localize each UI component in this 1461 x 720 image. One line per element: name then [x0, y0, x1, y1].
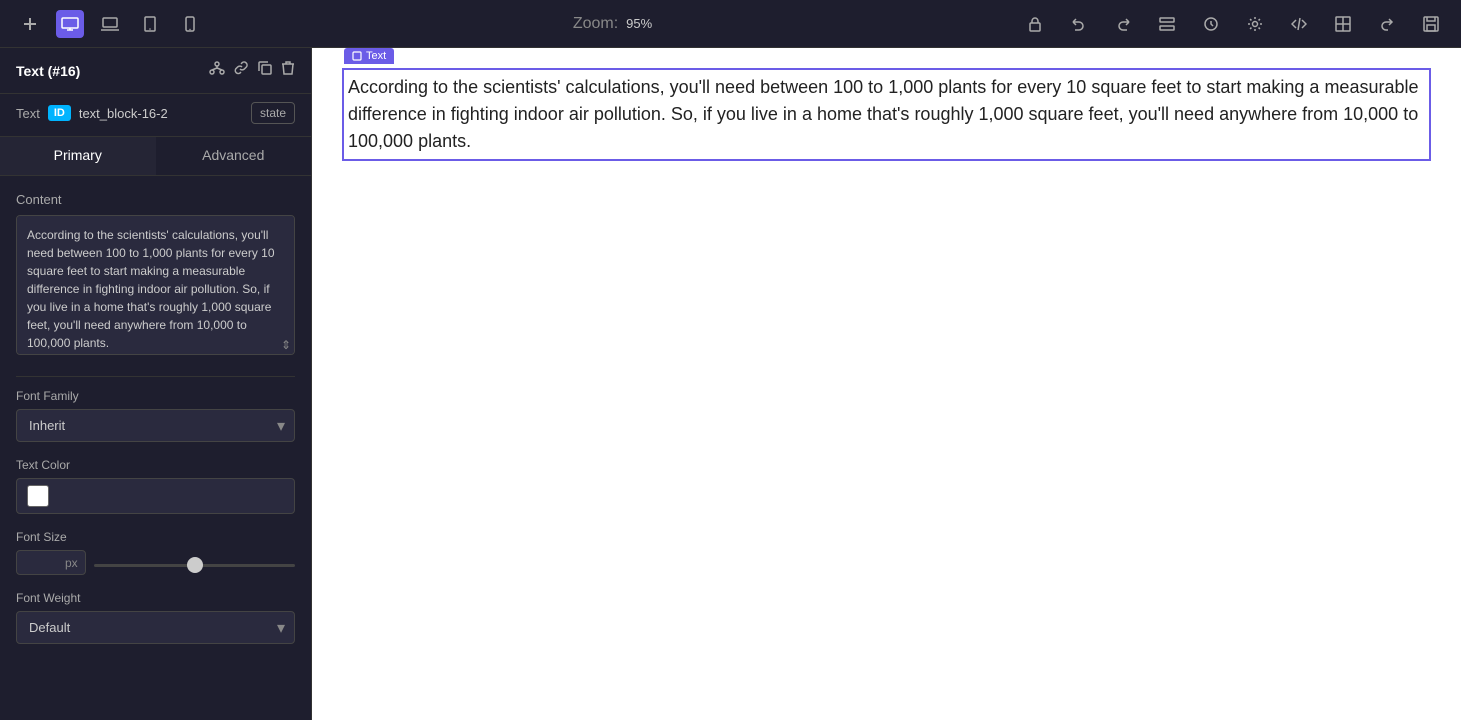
redo-icon[interactable]	[1109, 10, 1137, 38]
state-button[interactable]: state	[251, 102, 295, 124]
font-weight-label: Font Weight	[16, 591, 295, 605]
content-section: Content ⇕	[16, 192, 295, 360]
font-family-field: Font Family Inherit Arial Georgia Times …	[16, 389, 295, 442]
toolbar-left	[16, 10, 204, 38]
export-icon[interactable]	[1373, 10, 1401, 38]
font-family-select-wrapper: Inherit Arial Georgia Times New Roman Ve…	[16, 409, 295, 442]
canvas-area: Text According to the scientists' calcul…	[312, 48, 1461, 720]
font-size-label: Font Size	[16, 530, 295, 544]
divider-1	[16, 376, 295, 377]
font-size-row: px	[16, 550, 295, 575]
font-size-unit: px	[65, 556, 78, 570]
textarea-wrapper: ⇕	[16, 215, 295, 360]
zoom-value: 95%	[626, 16, 652, 31]
id-badge: ID	[48, 105, 71, 121]
tabs: Primary Advanced	[0, 137, 311, 176]
lock-icon[interactable]	[1021, 10, 1049, 38]
font-size-slider[interactable]	[94, 564, 295, 567]
delete-icon[interactable]	[281, 60, 295, 81]
font-weight-field: Font Weight Default Light Normal Semi Bo…	[16, 591, 295, 644]
content-textarea[interactable]	[16, 215, 295, 355]
main-content: Text (#16) Text ID text_block-16-2	[0, 48, 1461, 720]
font-weight-select-wrapper: Default Light Normal Semi Bold Bold	[16, 611, 295, 644]
toolbar-center: Zoom: 95%	[573, 15, 652, 33]
font-weight-select[interactable]: Default Light Normal Semi Bold Bold	[16, 611, 295, 644]
tab-primary[interactable]: Primary	[0, 137, 156, 175]
save-icon[interactable]	[1417, 10, 1445, 38]
color-row	[16, 478, 295, 514]
mobile-icon[interactable]	[176, 10, 204, 38]
desktop-icon[interactable]	[56, 10, 84, 38]
tab-advanced[interactable]: Advanced	[156, 137, 312, 175]
font-size-input-wrap: px	[16, 550, 86, 575]
toolbar-right	[1021, 10, 1445, 38]
settings-icon[interactable]	[1241, 10, 1269, 38]
element-title: Text (#16)	[16, 63, 80, 79]
text-color-label: Text Color	[16, 458, 295, 472]
text-color-field: Text Color	[16, 458, 295, 514]
history-icon[interactable]	[1197, 10, 1225, 38]
element-id: text_block-16-2	[79, 106, 168, 121]
element-header: Text (#16)	[0, 48, 311, 94]
link-icon[interactable]	[233, 60, 249, 81]
content-label: Content	[16, 192, 295, 207]
element-actions	[209, 60, 295, 81]
panel-content: Content ⇕ Font Family Inherit Arial Geor…	[0, 176, 311, 720]
laptop-icon[interactable]	[96, 10, 124, 38]
duplicate-icon[interactable]	[257, 60, 273, 81]
font-family-select[interactable]: Inherit Arial Georgia Times New Roman Ve…	[16, 409, 295, 442]
tablet-icon[interactable]	[136, 10, 164, 38]
zoom-label: Zoom:	[573, 15, 618, 33]
font-size-field: Font Size px	[16, 530, 295, 575]
left-sidebar: Text (#16) Text ID text_block-16-2	[0, 48, 312, 720]
canvas-text: According to the scientists' calculation…	[348, 74, 1425, 155]
selected-text-block[interactable]: Text According to the scientists' calcul…	[342, 68, 1431, 161]
code-icon[interactable]	[1285, 10, 1313, 38]
add-icon[interactable]	[16, 10, 44, 38]
color-swatch[interactable]	[27, 485, 49, 507]
grid-icon[interactable]	[1329, 10, 1357, 38]
element-type-label: Text	[16, 106, 40, 121]
text-badge-label: Text	[366, 50, 386, 62]
text-label-badge: Text	[344, 48, 394, 64]
undo-icon[interactable]	[1065, 10, 1093, 38]
element-type-row: Text ID text_block-16-2 state	[0, 94, 311, 137]
rows-icon[interactable]	[1153, 10, 1181, 38]
font-size-input[interactable]	[25, 555, 65, 570]
font-family-label: Font Family	[16, 389, 295, 403]
canvas-inner: Text According to the scientists' calcul…	[312, 48, 1461, 720]
slider-wrap	[94, 554, 295, 572]
scroll-indicator: ⇕	[281, 338, 291, 352]
top-toolbar: Zoom: 95%	[0, 0, 1461, 48]
group-icon[interactable]	[209, 60, 225, 81]
